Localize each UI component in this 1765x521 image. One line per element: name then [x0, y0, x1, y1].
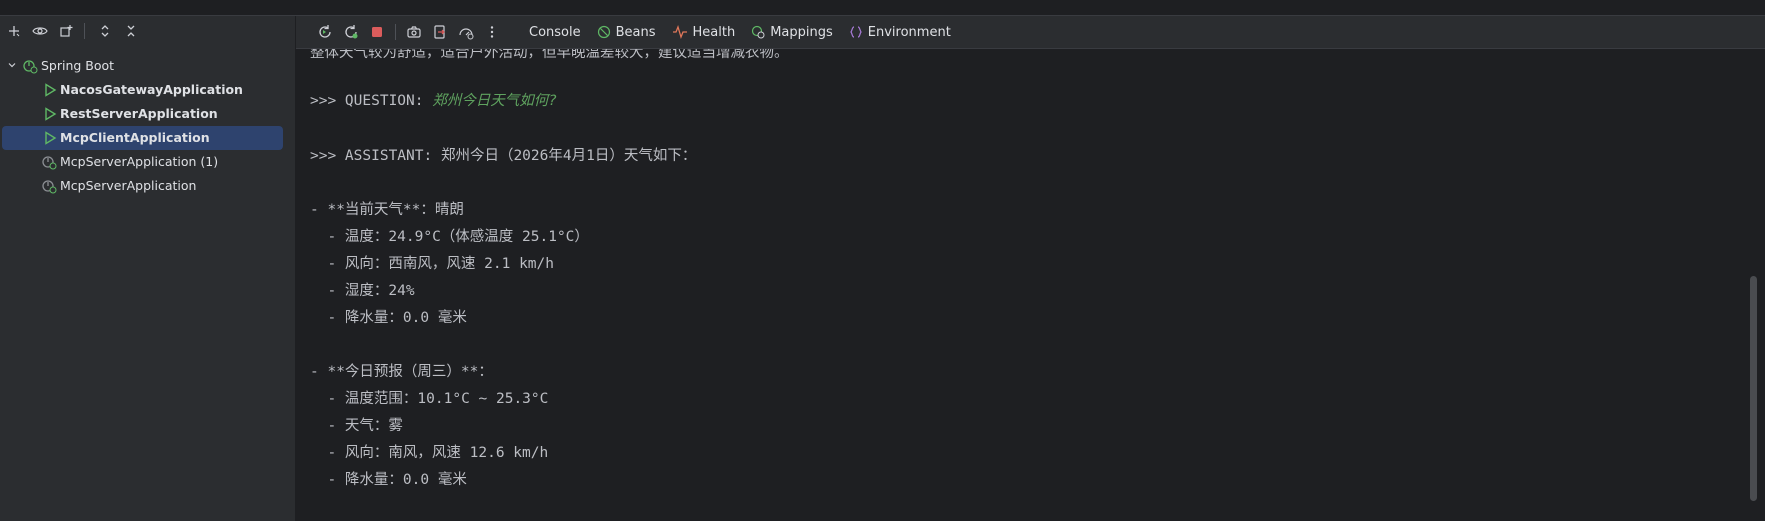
- tab-console[interactable]: Console: [521, 16, 589, 48]
- stop-icon[interactable]: [364, 19, 390, 45]
- tree-item-label: McpServerApplication (1): [60, 154, 219, 169]
- question-prefix: >>> QUESTION:: [310, 93, 433, 109]
- tree-item-label: McpClientApplication: [60, 130, 210, 145]
- rerun-icon[interactable]: [312, 19, 338, 45]
- tab-label: Beans: [615, 24, 656, 40]
- run-console-panel: Console Beans Health Mappings Environmen…: [296, 16, 1765, 521]
- tab-label: Health: [692, 24, 736, 40]
- tree-item-label: RestServerApplication: [60, 106, 218, 121]
- console-toolbar: Console Beans Health Mappings Environmen…: [296, 16, 1765, 49]
- top-divider: [0, 0, 1765, 16]
- tree-item-mcp-server-1[interactable]: McpServerApplication (1): [0, 150, 295, 174]
- services-tree: Spring Boot NacosGatewayApplication Rest…: [0, 54, 295, 198]
- tab-beans[interactable]: Beans: [589, 16, 664, 48]
- tab-label: Mappings: [770, 24, 833, 40]
- collapse-all-icon[interactable]: [119, 19, 143, 43]
- environment-icon: [850, 26, 862, 38]
- add-icon[interactable]: [2, 19, 26, 43]
- spring-boot-icon: [23, 60, 38, 74]
- console-line: - 温度范围：10.1°C ~ 25.3°C: [310, 391, 549, 407]
- console-line: - 湿度：24%: [310, 283, 415, 299]
- tree-item-mcp-client[interactable]: McpClientApplication: [2, 126, 283, 150]
- vertical-scrollbar[interactable]: [1750, 276, 1757, 501]
- tab-environment[interactable]: Environment: [841, 16, 959, 48]
- run-icon: [45, 131, 57, 145]
- console-line: - 天气：雾: [310, 418, 403, 434]
- new-group-icon[interactable]: [54, 19, 78, 43]
- run-icon: [45, 83, 57, 97]
- current-weather-header: - **当前天气**：晴朗: [310, 202, 464, 218]
- expand-all-icon[interactable]: [93, 19, 117, 43]
- tree-root-label: Spring Boot: [41, 58, 115, 73]
- chevron-down-icon[interactable]: [6, 59, 18, 71]
- spring-boot-stopped-icon: [42, 156, 57, 170]
- tree-item-label: NacosGatewayApplication: [60, 82, 243, 97]
- console-line: - 风向：南风，风速 12.6 km/h: [310, 445, 549, 461]
- health-icon: [672, 25, 687, 39]
- question-text: 郑州今日天气如何?: [432, 93, 557, 109]
- assistant-line: >>> ASSISTANT: 郑州今日（2026年4月1日）天气如下：: [310, 148, 697, 164]
- run-icon: [45, 107, 57, 121]
- toolbar-separator: [395, 24, 396, 40]
- mappings-icon: [752, 25, 765, 39]
- tab-label: Console: [529, 24, 581, 40]
- tree-item-nacos-gateway[interactable]: NacosGatewayApplication: [0, 78, 295, 102]
- console-line: - 降水量：0.0 毫米: [310, 310, 467, 326]
- toolbar-separator: [84, 23, 85, 39]
- console-output[interactable]: 整体天气较为舒适，适合户外活动，但早晚温差较大，建议适当增减衣物。 >>> QU…: [296, 49, 1746, 521]
- tree-item-rest-server[interactable]: RestServerApplication: [0, 102, 295, 126]
- tree-root-spring-boot[interactable]: Spring Boot: [0, 54, 295, 78]
- restart-icon[interactable]: [338, 19, 364, 45]
- spring-boot-stopped-icon: [42, 180, 57, 194]
- tree-item-mcp-server[interactable]: McpServerApplication: [0, 174, 295, 198]
- tab-mappings[interactable]: Mappings: [743, 16, 841, 48]
- ide-window: Spring Boot NacosGatewayApplication Rest…: [0, 0, 1765, 521]
- beans-icon: [597, 25, 610, 39]
- exit-icon[interactable]: [427, 19, 453, 45]
- console-line: - 降水量：0.0 毫米: [310, 472, 467, 488]
- console-line: - 风向：西南风，风速 2.1 km/h: [310, 256, 554, 272]
- tree-item-label: McpServerApplication: [60, 178, 197, 193]
- console-line: 整体天气较为舒适，适合户外活动，但早晚温差较大，建议适当增减衣物。: [310, 49, 789, 61]
- camera-icon[interactable]: [401, 19, 427, 45]
- question-line: >>> QUESTION: 郑州今日天气如何?: [310, 91, 557, 111]
- more-options-icon[interactable]: [479, 19, 505, 45]
- tab-label: Environment: [867, 24, 951, 40]
- services-tree-panel: Spring Boot NacosGatewayApplication Rest…: [0, 16, 296, 521]
- eye-icon[interactable]: [28, 19, 52, 43]
- forecast-header: - **今日预报（周三）**：: [310, 364, 493, 380]
- console-line: - 温度：24.9°C（体感温度 25.1°C）: [310, 229, 589, 245]
- services-toolbar: [0, 16, 295, 46]
- gauge-icon[interactable]: [453, 19, 479, 45]
- tab-health[interactable]: Health: [664, 16, 744, 48]
